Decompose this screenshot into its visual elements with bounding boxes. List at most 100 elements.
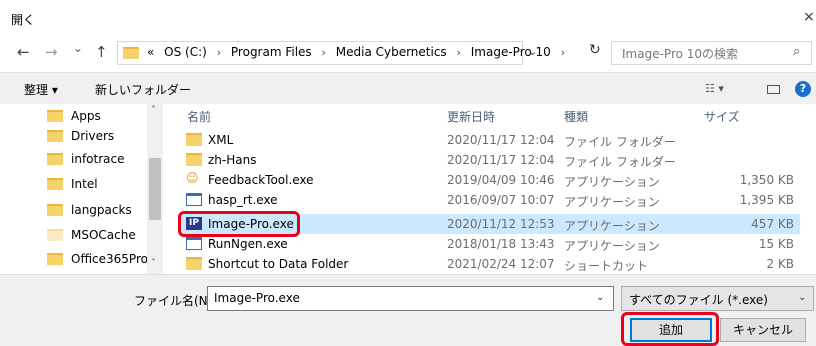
- filename-value: Image-Pro.exe: [214, 291, 300, 305]
- sidebar-item-label: infotrace: [71, 152, 125, 166]
- cancel-button[interactable]: キャンセル: [720, 318, 806, 342]
- file-size: 15 KB: [758, 237, 794, 251]
- chevron-down-icon[interactable]: ⌄: [528, 45, 537, 58]
- sidebar-item-infotrace[interactable]: infotrace: [47, 149, 124, 169]
- sidebar-item-office365[interactable]: Office365ProPl: [47, 249, 159, 269]
- file-row-runngen[interactable]: RunNgen.exe 2018/01/18 13:43 アプリケーション 15…: [179, 234, 800, 254]
- breadcrumb-program-files[interactable]: Program Files: [231, 45, 312, 59]
- sort-ascending-icon: ˄: [275, 104, 280, 110]
- sidebar-item-msocache[interactable]: MSOCache: [47, 225, 136, 245]
- column-header-type[interactable]: 種類: [564, 108, 588, 125]
- file-size: 457 KB: [751, 217, 794, 231]
- file-row-hasp-rt[interactable]: hasp_rt.exe 2016/09/07 10:07 アプリケーション 1,…: [179, 190, 800, 210]
- chevron-down-icon[interactable]: ⌄: [798, 292, 806, 303]
- folder-icon: [47, 253, 63, 265]
- file-size: 1,395 KB: [739, 193, 794, 207]
- address-bar[interactable]: « OS (C:) › Program Files › Media Cybern…: [117, 41, 565, 65]
- chevron-right-icon: ›: [456, 46, 461, 59]
- folder-icon: [186, 153, 202, 166]
- file-type: アプリケーション: [564, 175, 660, 189]
- folder-icon: [47, 178, 63, 190]
- sidebar-item-apps[interactable]: Apps: [47, 106, 101, 126]
- recent-locations-icon[interactable]: ⌄: [73, 41, 83, 55]
- chevron-down-icon[interactable]: ⌄: [596, 292, 604, 303]
- file-row-feedbacktool[interactable]: ☺ FeedbackTool.exe 2019/04/09 10:46 アプリケ…: [179, 170, 800, 190]
- organize-menu-button[interactable]: 整理 ▾: [24, 81, 58, 98]
- sidebar-item-drivers[interactable]: Drivers: [47, 126, 114, 146]
- folder-icon: [123, 47, 139, 59]
- highlight-box: [621, 312, 719, 346]
- window-app-icon: [186, 193, 202, 206]
- file-row-xml[interactable]: XML 2020/11/17 12:04 ファイル フォルダー: [179, 130, 800, 150]
- file-type: ファイル フォルダー: [564, 135, 676, 149]
- chevron-right-icon: ›: [560, 46, 566, 59]
- file-name: zh-Hans: [208, 153, 257, 167]
- file-type: ファイル フォルダー: [564, 155, 676, 169]
- scroll-up-icon[interactable]: ˄: [151, 105, 156, 116]
- help-icon[interactable]: ?: [795, 81, 811, 97]
- file-list: ˄ 名前 更新日時 種類 サイズ XML 2020/11/17 12:04 ファ…: [163, 104, 816, 274]
- file-type-filter[interactable]: すべてのファイル (*.exe) ⌄: [621, 286, 814, 311]
- file-type: アプリケーション: [564, 219, 660, 233]
- back-arrow-icon[interactable]: ←: [17, 43, 30, 61]
- scrollbar-thumb[interactable]: [149, 158, 161, 220]
- folder-icon: [186, 133, 202, 146]
- breadcrumb-os-c[interactable]: OS (C:): [164, 45, 207, 59]
- sidebar-item-label: Drivers: [71, 129, 115, 143]
- window-title: 開く: [11, 13, 36, 27]
- folder-icon: [47, 229, 63, 241]
- sidebar-item-intel[interactable]: Intel: [47, 174, 98, 194]
- file-row-zh-hans[interactable]: zh-Hans 2020/11/17 12:04 ファイル フォルダー: [179, 150, 800, 170]
- sidebar-item-label: langpacks: [71, 203, 132, 217]
- folder-icon: [47, 110, 63, 122]
- file-size: 2 KB: [766, 257, 794, 271]
- filter-value: すべてのファイル (*.exe): [629, 293, 768, 307]
- chevron-right-icon: ›: [321, 46, 326, 59]
- chevron-right-icon: ›: [216, 46, 222, 59]
- column-header-name[interactable]: 名前: [187, 108, 211, 125]
- sidebar-item-langpacks[interactable]: langpacks: [47, 200, 132, 220]
- refresh-icon[interactable]: ↻: [589, 42, 601, 58]
- shortcut-icon: [186, 257, 202, 270]
- search-input[interactable]: Image-Pro 10の検索 ⌕: [611, 41, 812, 65]
- sidebar-item-label: Office365ProPl: [71, 252, 159, 266]
- highlight-box: [178, 211, 300, 237]
- up-arrow-icon[interactable]: ↑: [95, 43, 108, 61]
- sidebar-item-label: MSOCache: [71, 228, 136, 242]
- file-type: アプリケーション: [564, 195, 660, 209]
- file-name: RunNgen.exe: [208, 237, 288, 251]
- column-header-date[interactable]: 更新日時: [447, 108, 495, 125]
- breadcrumb: « OS (C:) › Program Files › Media Cybern…: [147, 45, 571, 59]
- sidebar-item-label: Intel: [71, 177, 98, 191]
- sidebar-item-label: Apps: [71, 109, 101, 123]
- breadcrumb-image-pro-10[interactable]: Image-Pro 10: [471, 45, 551, 59]
- file-name: XML: [208, 133, 234, 147]
- file-dialog-footer: ファイル名(N): Image-Pro.exe ⌄ すべてのファイル (*.ex…: [0, 274, 816, 346]
- file-date: 2018/01/18 13:43: [447, 237, 555, 251]
- folder-icon: [47, 153, 63, 165]
- breadcrumb-prefix[interactable]: «: [147, 45, 154, 59]
- new-folder-button[interactable]: 新しいフォルダー: [95, 81, 191, 98]
- file-date: 2016/09/07 10:07: [447, 193, 555, 207]
- filename-input[interactable]: Image-Pro.exe ⌄: [207, 286, 614, 311]
- view-options-icon[interactable]: ☷ ▾: [705, 82, 724, 95]
- file-date: 2021/02/24 12:07: [447, 257, 555, 271]
- title-bar: 開く ×: [0, 0, 816, 38]
- scroll-down-icon[interactable]: ˅: [151, 258, 156, 269]
- search-icon[interactable]: ⌕: [793, 44, 800, 59]
- forward-arrow-icon[interactable]: →: [45, 43, 58, 61]
- smiley-app-icon: ☺: [186, 171, 199, 185]
- folder-icon: [47, 204, 63, 216]
- column-header-size[interactable]: サイズ: [704, 108, 740, 125]
- close-icon[interactable]: ×: [803, 9, 815, 25]
- file-date: 2020/11/17 12:04: [447, 133, 555, 147]
- filename-label: ファイル名(N):: [134, 294, 217, 308]
- breadcrumb-media-cybernetics[interactable]: Media Cybernetics: [336, 45, 447, 59]
- file-type: ショートカット: [564, 259, 649, 273]
- file-date: 2020/11/12 12:53: [447, 217, 555, 231]
- navigation-bar: ← → ⌄ ↑ « OS (C:) › Program Files › Medi…: [0, 38, 816, 68]
- file-date: 2020/11/17 12:04: [447, 153, 555, 167]
- sidebar-scrollbar[interactable]: ˄ ˅: [147, 104, 163, 274]
- preview-pane-icon[interactable]: [767, 85, 780, 94]
- file-row-shortcut[interactable]: Shortcut to Data Folder 2021/02/24 12:07…: [179, 254, 800, 274]
